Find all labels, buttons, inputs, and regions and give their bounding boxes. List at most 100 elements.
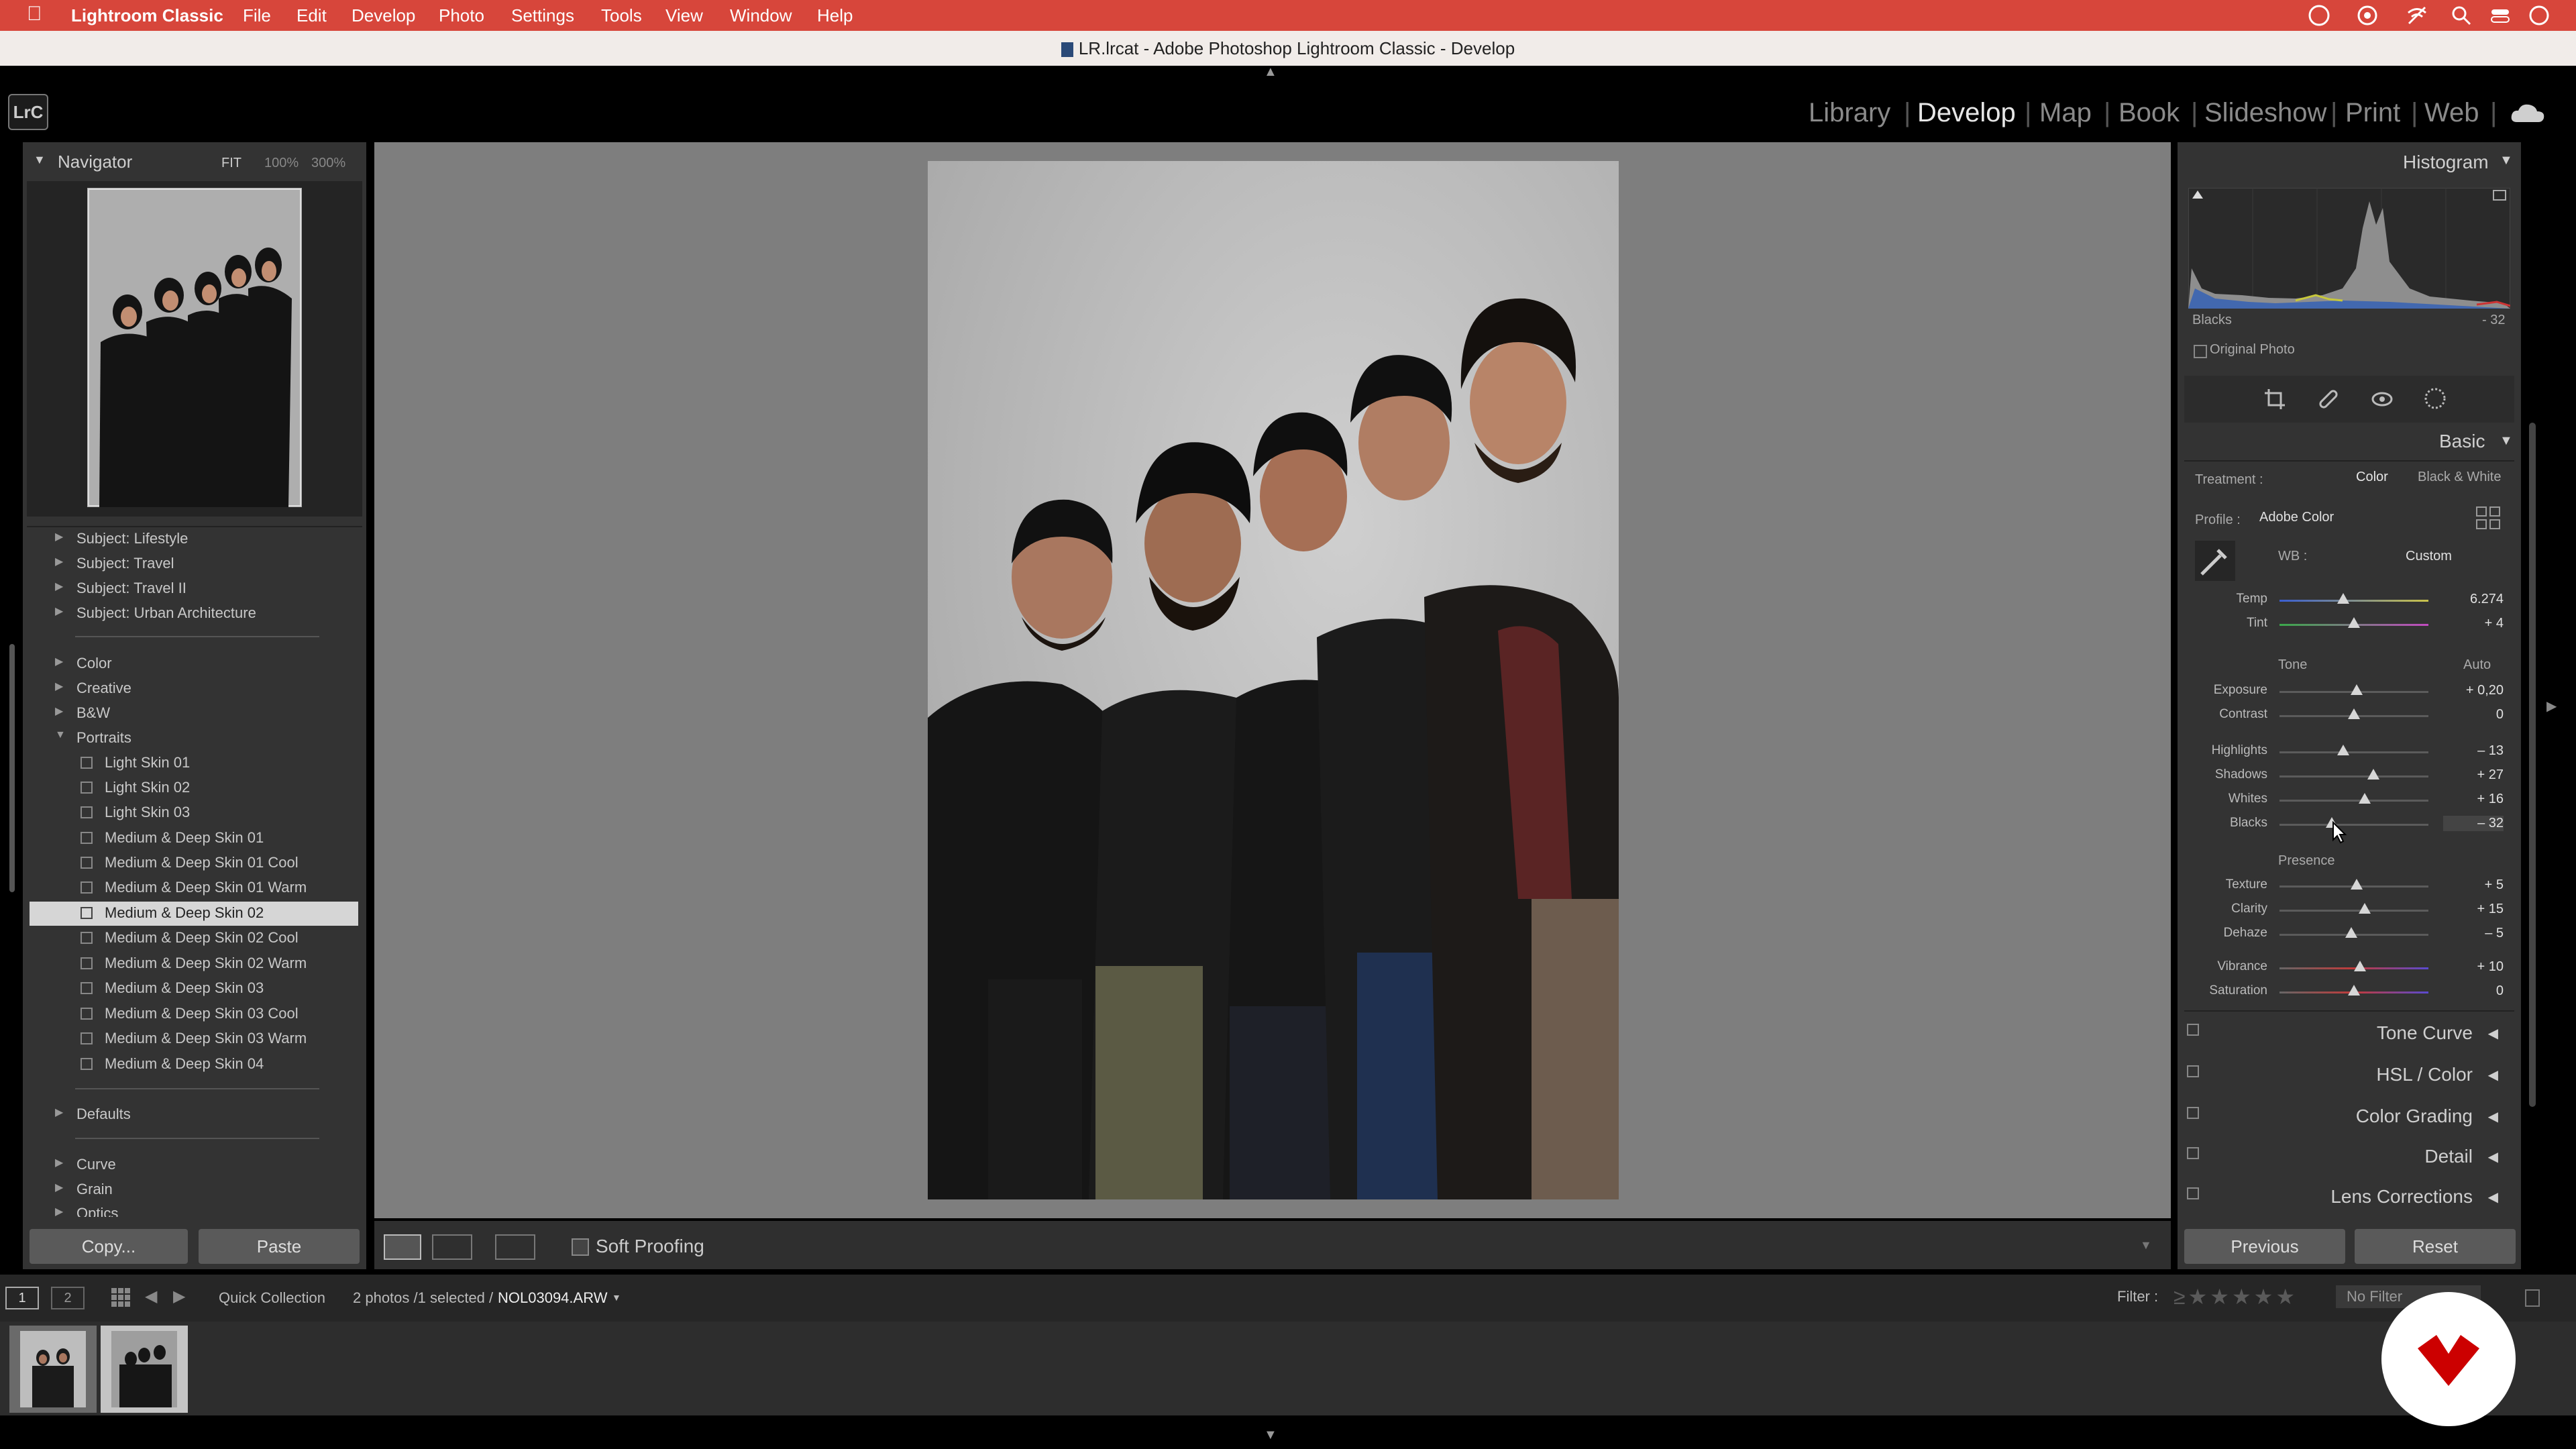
search-icon[interactable] xyxy=(2450,4,2473,27)
expand-arrow-icon[interactable]: ◀ xyxy=(2488,1108,2498,1125)
menu-view[interactable]: View xyxy=(665,5,703,26)
module-slideshow[interactable]: Slideshow xyxy=(2204,98,2326,128)
menu-app-name[interactable]: Lightroom Classic xyxy=(71,5,223,26)
slider-value[interactable]: + 27 xyxy=(2443,767,2504,783)
filmstrip-thumbnail[interactable] xyxy=(9,1326,97,1413)
cloud-icon[interactable] xyxy=(2509,101,2546,125)
slider-value[interactable]: + 10 xyxy=(2443,959,2504,975)
module-develop[interactable]: Develop xyxy=(1917,98,2016,128)
wb-eyedropper-icon[interactable] xyxy=(2195,541,2235,581)
control-center-icon[interactable] xyxy=(2489,4,2512,27)
preset-folder[interactable]: ▶ Defaults xyxy=(30,1103,358,1127)
status-icon-2[interactable] xyxy=(2356,4,2379,27)
menu-settings[interactable]: Settings xyxy=(511,5,574,26)
expand-arrow-icon[interactable]: ◀ xyxy=(2488,1189,2498,1205)
filter-lock-icon[interactable] xyxy=(2525,1289,2540,1307)
preset-folder[interactable]: ▶ Subject: Lifestyle xyxy=(30,527,358,551)
menu-photo[interactable]: Photo xyxy=(439,5,484,26)
status-icon-1[interactable] xyxy=(2308,4,2330,27)
previous-button[interactable]: Previous xyxy=(2184,1229,2345,1264)
filmstrip-toggle-icon[interactable]: ▼ xyxy=(1264,1428,1277,1443)
preset-folder[interactable]: ▶ B&W xyxy=(30,702,358,726)
profile-browser-icon[interactable] xyxy=(2475,506,2501,530)
preset-folder[interactable]: ▶ Creative xyxy=(30,677,358,701)
slider-value[interactable]: – 5 xyxy=(2443,926,2504,941)
section-color-grading[interactable]: Color Grading ◀ xyxy=(2184,1097,2514,1136)
grid-view-icon[interactable] xyxy=(110,1287,131,1308)
slider-thumb[interactable] xyxy=(2353,961,2366,971)
expand-arrow-icon[interactable]: ◀ xyxy=(2488,1148,2498,1165)
menu-window[interactable]: Window xyxy=(730,5,792,26)
preset-folder[interactable]: ▶ Subject: Travel xyxy=(30,552,358,576)
menu-tools[interactable]: Tools xyxy=(601,5,642,26)
filmstrip-filename[interactable]: NOL03094.ARW xyxy=(498,1289,607,1307)
loupe-view-icon[interactable] xyxy=(384,1234,421,1260)
slider-value[interactable]: 0 xyxy=(2443,707,2504,722)
preset-item[interactable]: Medium & Deep Skin 04 xyxy=(30,1053,358,1077)
slider-thumb[interactable] xyxy=(2348,617,2360,628)
preset-folder[interactable]: ▶ Subject: Travel II xyxy=(30,577,358,601)
original-photo-checkbox[interactable] xyxy=(2194,345,2207,358)
zoom-100[interactable]: 100% xyxy=(264,156,299,171)
filename-dropdown-icon[interactable]: ▼ xyxy=(612,1292,621,1303)
right-panel-toggle-icon[interactable]: ▶ xyxy=(2546,698,2557,714)
section-hsl-color[interactable]: HSL / Color ◀ xyxy=(2184,1056,2514,1095)
preset-item[interactable]: Medium & Deep Skin 03 Cool xyxy=(30,1002,358,1026)
window-1-button[interactable]: 1 xyxy=(5,1287,39,1309)
preset-item[interactable]: Medium & Deep Skin 01 Warm xyxy=(30,876,358,900)
section-lens-corrections[interactable]: Lens Corrections ◀ xyxy=(2184,1178,2514,1217)
slider-value[interactable]: + 16 xyxy=(2443,792,2504,807)
expand-triangle-icon[interactable]: ▶ xyxy=(55,1156,63,1169)
slider-track[interactable] xyxy=(2279,824,2428,826)
slider-value[interactable]: – 13 xyxy=(2443,743,2504,759)
slider-thumb[interactable] xyxy=(2358,903,2371,914)
section-toggle[interactable] xyxy=(2187,1107,2199,1119)
before-after-split-icon[interactable] xyxy=(495,1234,535,1260)
slider-value[interactable]: + 5 xyxy=(2443,877,2504,893)
module-map[interactable]: Map xyxy=(2039,98,2092,128)
filmstrip-thumbnail-selected[interactable] xyxy=(101,1326,188,1413)
menu-file[interactable]: File xyxy=(243,5,271,26)
zoom-300[interactable]: 300% xyxy=(311,156,345,171)
preset-item[interactable]: Medium & Deep Skin 03 xyxy=(30,977,358,1001)
slider-thumb[interactable] xyxy=(2348,708,2360,719)
zoom-fit[interactable]: FIT xyxy=(221,156,241,171)
expand-arrow-icon[interactable]: ◀ xyxy=(2488,1067,2498,1083)
treatment-color-option[interactable]: Color xyxy=(2356,470,2388,485)
preset-item[interactable]: Medium & Deep Skin 02 Warm xyxy=(30,952,358,976)
preset-folder[interactable]: ▶ Optics xyxy=(30,1202,358,1217)
preset-folder[interactable]: ▶ Subject: Urban Architecture xyxy=(30,602,358,626)
top-panel-toggle-icon[interactable]: ▲ xyxy=(1264,64,1277,80)
toolbar-menu-icon[interactable]: ▼ xyxy=(2140,1238,2152,1252)
preset-item[interactable]: Medium & Deep Skin 01 Cool xyxy=(30,851,358,875)
expand-triangle-icon[interactable]: ▶ xyxy=(55,1181,63,1194)
back-arrow-icon[interactable]: ◀ xyxy=(145,1287,157,1306)
filmstrip-source[interactable]: Quick Collection xyxy=(219,1289,325,1307)
slider-thumb[interactable] xyxy=(2345,927,2357,938)
module-web[interactable]: Web xyxy=(2424,98,2479,128)
section-tone-curve[interactable]: Tone Curve ◀ xyxy=(2184,1014,2514,1053)
slider-thumb[interactable] xyxy=(2337,745,2350,755)
navigator-collapse-icon[interactable]: ▼ xyxy=(34,153,46,167)
preset-item[interactable]: Light Skin 02 xyxy=(30,776,358,800)
histogram-collapse-icon[interactable]: ▼ xyxy=(2500,153,2513,168)
menu-edit[interactable]: Edit xyxy=(297,5,327,26)
slider-value[interactable]: + 15 xyxy=(2443,902,2504,917)
preset-folder-portraits[interactable]: ▼ Portraits xyxy=(30,727,358,751)
copy-settings-button[interactable]: Copy... xyxy=(30,1229,188,1264)
section-detail[interactable]: Detail ◀ xyxy=(2184,1138,2514,1177)
reset-button[interactable]: Reset xyxy=(2355,1229,2516,1264)
slider-track[interactable] xyxy=(2279,800,2428,802)
slider-thumb[interactable] xyxy=(2351,879,2363,890)
menu-develop[interactable]: Develop xyxy=(352,5,415,26)
treatment-bw-option[interactable]: Black & White xyxy=(2418,470,2501,485)
slider-thumb[interactable] xyxy=(2348,985,2360,996)
expand-triangle-icon[interactable]: ▶ xyxy=(55,580,63,593)
siri-icon[interactable] xyxy=(2528,4,2551,27)
collapse-triangle-icon[interactable]: ▼ xyxy=(55,729,66,741)
tone-auto-button[interactable]: Auto xyxy=(2463,657,2491,673)
preset-item[interactable]: Medium & Deep Skin 02 Cool xyxy=(30,926,358,951)
window-2-button[interactable]: 2 xyxy=(51,1287,85,1309)
slider-value[interactable]: – 32 xyxy=(2443,816,2504,831)
slider-thumb[interactable] xyxy=(2367,769,2379,780)
